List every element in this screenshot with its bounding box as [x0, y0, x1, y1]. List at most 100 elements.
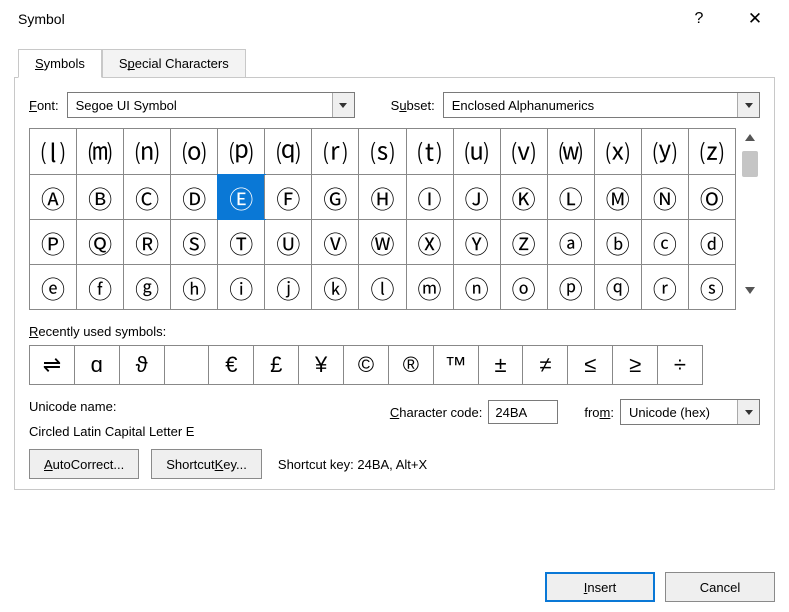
recent-symbol-cell[interactable]: ™	[434, 346, 479, 384]
title-bar: Symbol ? ✕	[0, 0, 789, 38]
symbol-cell[interactable]: Ⓧ	[407, 220, 454, 264]
chevron-down-icon[interactable]	[332, 93, 354, 117]
symbol-cell[interactable]: Ⓢ	[171, 220, 218, 264]
chevron-down-icon[interactable]	[737, 400, 759, 424]
unicode-name-value: Circled Latin Capital Letter E	[29, 424, 360, 439]
symbol-cell[interactable]: ⓐ	[548, 220, 595, 264]
symbol-cell[interactable]: ⓓ	[689, 220, 735, 264]
tab-symbols[interactable]: Symbols	[18, 49, 102, 78]
symbol-cell[interactable]: ⓖ	[124, 265, 171, 309]
symbol-cell[interactable]: Ⓖ	[312, 175, 359, 219]
symbol-cell[interactable]: Ⓨ	[454, 220, 501, 264]
recent-symbol-cell[interactable]: ≥	[613, 346, 658, 384]
symbol-cell[interactable]: ⒩	[124, 129, 171, 174]
symbol-cell[interactable]: Ⓔ	[218, 175, 265, 219]
symbol-cell[interactable]: ⒧	[30, 129, 77, 174]
symbol-cell[interactable]: Ⓐ	[30, 175, 77, 219]
symbol-cell[interactable]: Ⓠ	[77, 220, 124, 264]
symbol-cell[interactable]: Ⓝ	[642, 175, 689, 219]
symbol-cell[interactable]: ⓑ	[595, 220, 642, 264]
recent-symbol-cell[interactable]: ɑ	[75, 346, 120, 384]
recent-symbol-cell[interactable]: ϑ	[120, 346, 165, 384]
symbol-cell[interactable]: Ⓥ	[312, 220, 359, 264]
symbol-cell[interactable]: ⒫	[218, 129, 265, 174]
symbol-cell[interactable]: ⓔ	[30, 265, 77, 309]
symbol-cell[interactable]: Ⓗ	[359, 175, 406, 219]
symbol-cell[interactable]: Ⓕ	[265, 175, 312, 219]
recent-symbol-cell[interactable]: ≠	[523, 346, 568, 384]
symbol-cell[interactable]: ⒲	[548, 129, 595, 174]
symbol-cell[interactable]: ⒳	[595, 129, 642, 174]
symbol-cell[interactable]: ⒬	[265, 129, 312, 174]
from-combo[interactable]: Unicode (hex)	[620, 399, 760, 425]
help-button[interactable]: ?	[677, 3, 721, 35]
symbol-cell[interactable]: ⓢ	[689, 265, 735, 309]
recent-symbol-cell[interactable]: €	[209, 346, 254, 384]
cancel-button[interactable]: Cancel	[665, 572, 775, 602]
symbol-cell[interactable]: Ⓦ	[359, 220, 406, 264]
symbol-cell[interactable]: ⓒ	[642, 220, 689, 264]
symbol-cell[interactable]: ⒱	[501, 129, 548, 174]
recent-symbol-cell[interactable]: ⇌	[30, 346, 75, 384]
symbol-cell[interactable]: ⒵	[689, 129, 735, 174]
symbol-cell[interactable]: ⓗ	[171, 265, 218, 309]
symbol-cell[interactable]: ⓡ	[642, 265, 689, 309]
symbol-cell[interactable]: ⓠ	[595, 265, 642, 309]
tab-special-characters[interactable]: Special Characters	[102, 49, 246, 78]
symbol-cell[interactable]: ⓟ	[548, 265, 595, 309]
symbol-cell[interactable]: Ⓚ	[501, 175, 548, 219]
close-button[interactable]: ✕	[733, 3, 777, 35]
symbol-cell[interactable]: ⓝ	[454, 265, 501, 309]
symbol-cell[interactable]: Ⓡ	[124, 220, 171, 264]
font-combo[interactable]: Segoe UI Symbol	[67, 92, 355, 118]
recent-symbol-cell[interactable]: £	[254, 346, 299, 384]
symbol-cell[interactable]: ⓘ	[218, 265, 265, 309]
symbol-cell[interactable]: ⒴	[642, 129, 689, 174]
symbol-cell[interactable]: ⓕ	[77, 265, 124, 309]
symbol-cell[interactable]: Ⓛ	[548, 175, 595, 219]
recent-symbol-cell[interactable]: ≤	[568, 346, 613, 384]
symbol-cell[interactable]: Ⓓ	[171, 175, 218, 219]
char-code-input[interactable]	[488, 400, 558, 424]
symbol-cell[interactable]: ⒮	[359, 129, 406, 174]
symbol-cell[interactable]: ⓜ	[407, 265, 454, 309]
recent-symbol-cell[interactable]: ¥	[299, 346, 344, 384]
scrollbar[interactable]	[740, 128, 760, 310]
insert-button[interactable]: Insert	[545, 572, 655, 602]
recent-symbols-grid[interactable]: ⇌ɑϑ €£¥©®™±≠≤≥÷	[29, 345, 703, 385]
char-code-label: Character code:	[390, 405, 483, 420]
recent-symbol-cell[interactable]	[165, 346, 210, 384]
symbol-cell[interactable]: ⓚ	[312, 265, 359, 309]
symbol-cell[interactable]: Ⓒ	[124, 175, 171, 219]
symbol-cell[interactable]: ⒪	[171, 129, 218, 174]
symbol-cell[interactable]: Ⓟ	[30, 220, 77, 264]
scroll-up-icon[interactable]	[745, 134, 755, 141]
scroll-thumb[interactable]	[742, 151, 758, 177]
symbol-grid[interactable]: ⒧⒨⒩⒪⒫⒬⒭⒮⒯⒰⒱⒲⒳⒴⒵ ⒶⒷⒸⒹⒺⒻⒼⒽⒾⒿⓀⓁⓂⓃⓄ ⓅⓆⓇⓈⓉⓊⓋⓌⓍⓎ…	[29, 128, 736, 310]
recent-symbol-cell[interactable]: ÷	[658, 346, 702, 384]
symbol-cell[interactable]: ⓞ	[501, 265, 548, 309]
recent-symbol-cell[interactable]: ©	[344, 346, 389, 384]
symbol-cell[interactable]: ⒯	[407, 129, 454, 174]
symbol-cell[interactable]: ⒰	[454, 129, 501, 174]
symbol-cell[interactable]: Ⓞ	[689, 175, 735, 219]
chevron-down-icon[interactable]	[737, 93, 759, 117]
symbol-cell[interactable]: Ⓩ	[501, 220, 548, 264]
symbol-cell[interactable]: Ⓤ	[265, 220, 312, 264]
autocorrect-button[interactable]: AutoCorrect...	[29, 449, 139, 479]
recent-symbol-cell[interactable]: ±	[479, 346, 524, 384]
symbol-cell[interactable]: Ⓣ	[218, 220, 265, 264]
tab-panel: Font: Segoe UI Symbol Subset: Enclosed A…	[14, 77, 775, 490]
scroll-down-icon[interactable]	[745, 287, 755, 294]
symbol-cell[interactable]: Ⓑ	[77, 175, 124, 219]
symbol-cell[interactable]: Ⓙ	[454, 175, 501, 219]
subset-combo[interactable]: Enclosed Alphanumerics	[443, 92, 760, 118]
shortcut-key-button[interactable]: Shortcut Key...	[151, 449, 262, 479]
symbol-cell[interactable]: ⒨	[77, 129, 124, 174]
symbol-cell[interactable]: Ⓘ	[407, 175, 454, 219]
symbol-cell[interactable]: ⓛ	[359, 265, 406, 309]
recent-symbol-cell[interactable]: ®	[389, 346, 434, 384]
symbol-cell[interactable]: ⓙ	[265, 265, 312, 309]
symbol-cell[interactable]: Ⓜ	[595, 175, 642, 219]
symbol-cell[interactable]: ⒭	[312, 129, 359, 174]
